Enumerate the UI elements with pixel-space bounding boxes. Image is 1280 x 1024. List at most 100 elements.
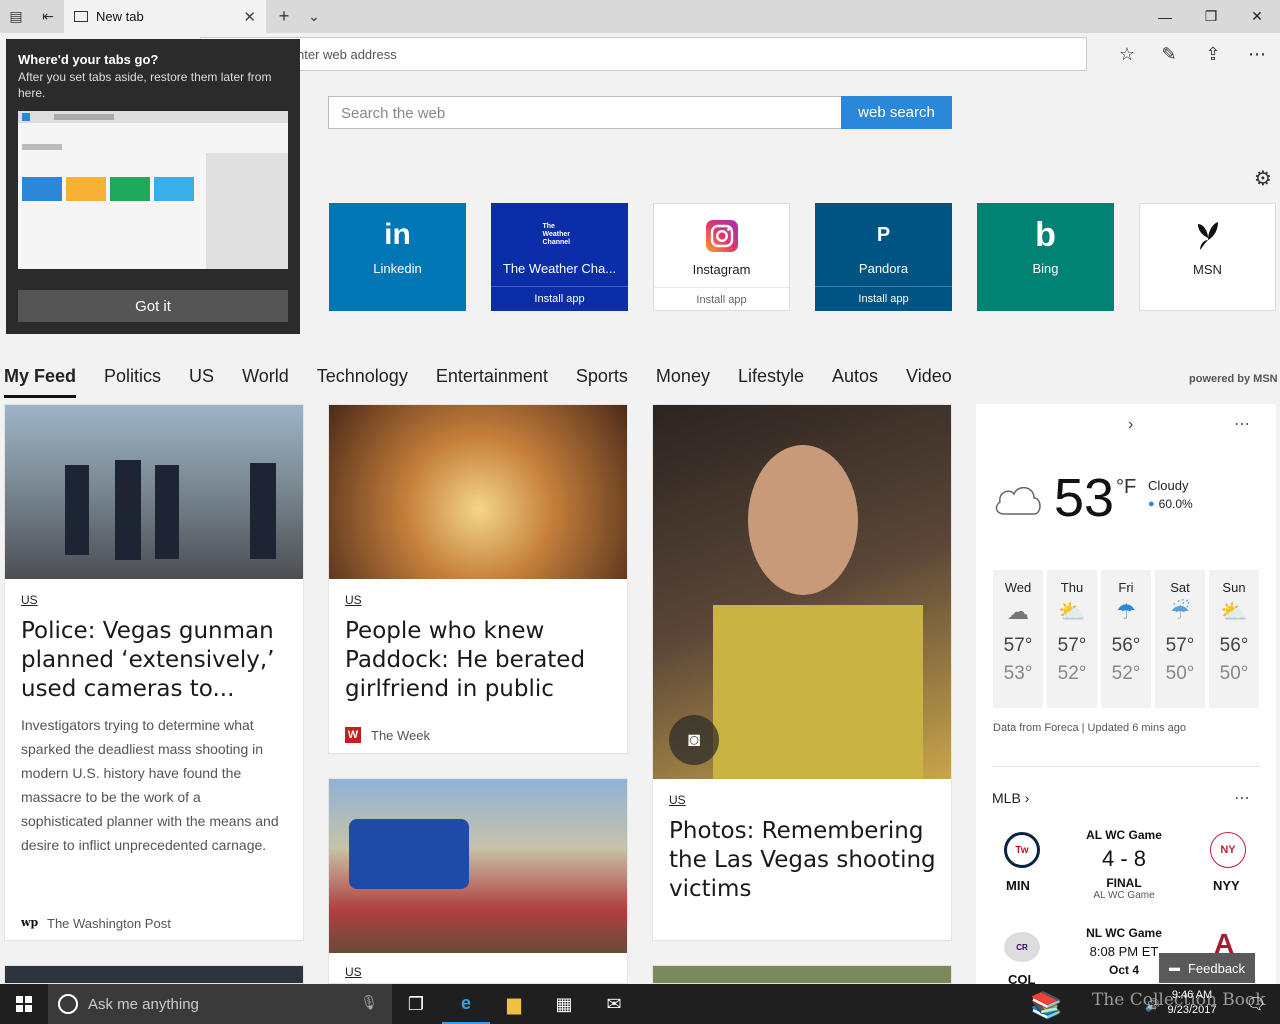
article-headline[interactable]: People who knew Paddock: He berated girl… — [345, 617, 613, 704]
mlb-title[interactable]: MLB › — [992, 790, 1029, 806]
category-link[interactable]: US — [345, 593, 362, 607]
game-result[interactable]: AL WC Game 4 - 8 FINAL AL WC Game — [1076, 828, 1172, 901]
volume-icon[interactable]: 🔊 — [1145, 998, 1160, 1012]
more-icon[interactable]: ⋯ — [1234, 788, 1250, 808]
source-name: The Washington Post — [47, 915, 171, 931]
gear-icon[interactable]: ⚙ — [1254, 166, 1272, 191]
article-headline[interactable]: Photos: Remembering the Las Vegas shooti… — [669, 817, 937, 904]
tab-lifestyle[interactable]: Lifestyle — [738, 366, 804, 398]
tab-money[interactable]: Money — [656, 366, 710, 398]
file-explorer-icon[interactable]: ▆ — [490, 984, 538, 1024]
tab-us[interactable]: US — [189, 366, 214, 398]
install-app-link[interactable]: Install app — [491, 286, 628, 305]
tab-technology[interactable]: Technology — [317, 366, 408, 398]
high-temp: 57° — [1057, 635, 1087, 656]
news-card[interactable]: US — [328, 778, 628, 984]
feedback-button[interactable]: ▬ Feedback — [1159, 953, 1255, 983]
article-headline[interactable]: Police: Vegas gunman planned ‘extensivel… — [21, 617, 289, 704]
tabs-aside-popup: Where'd your tabs go? After you set tabs… — [6, 39, 300, 334]
game-upcoming[interactable]: NL WC Game 8:08 PM ET Oct 4 — [1076, 926, 1172, 977]
clock[interactable]: 9:46 AM 9/23/2017 — [1164, 988, 1220, 1018]
tab-world[interactable]: World — [242, 366, 289, 398]
taskbar: Ask me anything 🎙 ❐ e ▆ ▦ ✉ 📚 The Collec… — [0, 984, 1280, 1024]
article-image: ◙ — [653, 405, 951, 779]
taskbar-search-input[interactable]: Ask me anything 🎙 — [48, 984, 392, 1024]
article-source: W The Week — [345, 727, 430, 743]
windows-start-icon[interactable] — [0, 984, 48, 1024]
rain-icon: ☂ — [1116, 599, 1136, 624]
tile-msn[interactable]: MSN — [1139, 203, 1276, 311]
tab-autos[interactable]: Autos — [832, 366, 878, 398]
popup-body: After you set tabs aside, restore them l… — [18, 70, 272, 100]
close-tab-icon[interactable]: ✕ — [243, 8, 256, 26]
forecast-day: Fri ☂ 56° 52° — [1101, 570, 1151, 708]
powered-by-msn: powered by MSN — [1189, 373, 1278, 385]
favorites-star-icon[interactable]: ☆ — [1110, 37, 1144, 71]
tab-video[interactable]: Video — [906, 366, 952, 398]
tab-sports[interactable]: Sports — [576, 366, 628, 398]
game-score: 4 - 8 — [1101, 846, 1147, 871]
got-it-button[interactable]: Got it — [18, 290, 288, 322]
more-icon[interactable]: ⋯ — [1240, 37, 1274, 71]
tab-my-feed[interactable]: My Feed — [4, 366, 77, 398]
tile-label: Bing — [1032, 261, 1059, 276]
new-tab-icon[interactable]: + — [268, 0, 300, 33]
tile-instagram[interactable]: Instagram Install app — [653, 203, 790, 311]
share-icon[interactable]: ⇪ — [1196, 37, 1230, 71]
cortana-icon — [58, 994, 78, 1014]
popup-title: Where'd your tabs go? — [18, 52, 159, 67]
tab-title: New tab — [96, 9, 144, 24]
close-window-icon[interactable]: ✕ — [1234, 0, 1280, 33]
day-name: Thu — [1060, 580, 1084, 595]
rockies-logo-icon: CR — [1004, 932, 1040, 962]
edge-icon[interactable]: e — [442, 984, 490, 1024]
tile-linkedin[interactable]: in Linkedin — [329, 203, 466, 311]
restore-icon[interactable]: ❐ — [1188, 0, 1234, 33]
game-sub: AL WC Game — [1093, 890, 1155, 901]
weather-channel-logo: The Weather Channel — [542, 223, 571, 246]
action-center-icon[interactable]: 🗨 — [1232, 984, 1280, 1024]
address-input[interactable]: nter web address — [200, 37, 1087, 71]
category-link[interactable]: US — [345, 965, 362, 979]
news-card[interactable] — [652, 965, 952, 984]
mail-icon[interactable]: ✉ — [590, 984, 638, 1024]
low-temp: 50° — [1219, 663, 1249, 684]
tabs-aside-icon[interactable]: ▤ — [0, 0, 32, 33]
precip-value: 60.0% — [1158, 497, 1193, 511]
pen-icon[interactable]: ✎ — [1152, 37, 1186, 71]
store-icon[interactable]: ▦ — [540, 984, 588, 1024]
tile-label: Instagram — [692, 262, 751, 277]
tile-bing[interactable]: b Bing — [977, 203, 1114, 311]
news-card[interactable]: US People who knew Paddock: He berated g… — [328, 404, 628, 754]
cloud-icon — [992, 478, 1044, 523]
web-search-button[interactable]: web search — [841, 96, 952, 129]
tab-new-tab[interactable]: New tab ✕ — [64, 0, 266, 33]
tile-weather-channel[interactable]: The Weather Channel The Weather Cha... I… — [491, 203, 628, 311]
set-tabs-aside-icon[interactable]: ⇤ — [32, 0, 64, 33]
partly-sunny-icon: ⛅ — [1058, 599, 1086, 624]
low-temp: 52° — [1057, 663, 1087, 684]
install-app-link[interactable]: Install app — [815, 286, 952, 305]
news-card[interactable]: US Police: Vegas gunman planned ‘extensi… — [4, 404, 304, 941]
minimize-icon[interactable]: — — [1142, 0, 1188, 33]
web-search-input[interactable]: Search the web — [328, 96, 842, 129]
microphone-icon[interactable]: 🎙 — [360, 994, 378, 1011]
category-link[interactable]: US — [669, 793, 686, 807]
chat-icon: ▬ — [1168, 962, 1180, 974]
tab-politics[interactable]: Politics — [104, 366, 161, 398]
chevron-right-icon: › — [1024, 790, 1030, 806]
install-app-link[interactable]: Install app — [654, 287, 789, 306]
tile-label: MSN — [1193, 262, 1222, 277]
task-view-icon[interactable]: ❐ — [392, 984, 440, 1024]
tile-pandora[interactable]: P Pandora Install app — [815, 203, 952, 311]
chevron-right-icon[interactable]: › — [1128, 416, 1133, 434]
tab-entertainment[interactable]: Entertainment — [436, 366, 548, 398]
category-link[interactable]: US — [21, 593, 38, 607]
chevron-down-icon[interactable]: ⌄ — [298, 0, 330, 33]
news-card[interactable]: ◙ US Photos: Remembering the Las Vegas s… — [652, 404, 952, 941]
game-label: AL WC Game — [1086, 828, 1162, 842]
news-card[interactable] — [4, 965, 304, 984]
more-icon[interactable]: ⋯ — [1234, 414, 1250, 434]
raindrop-icon: ● — [1148, 498, 1155, 510]
article-source: wp The Washington Post — [21, 915, 171, 931]
